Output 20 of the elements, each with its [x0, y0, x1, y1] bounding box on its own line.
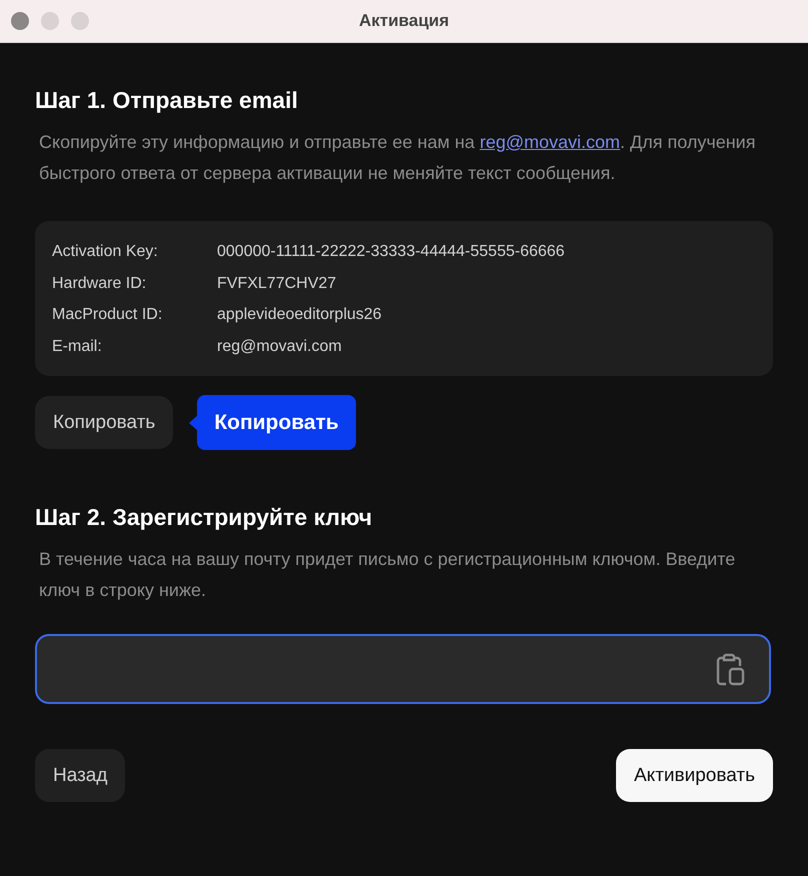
copy-button[interactable]: Копировать — [35, 396, 174, 449]
step-heading: Шаг 2. Зарегистрируйте ключ — [35, 503, 374, 532]
email-link[interactable]: reg@movavi.com — [480, 132, 620, 152]
key-input-field[interactable] — [35, 634, 771, 704]
info-value: FVFXL77CHV27 — [217, 274, 336, 294]
window-title: Активация — [358, 11, 450, 31]
info-value: 000000-11111-22222-33333-44444-55555-66666 — [217, 242, 565, 262]
info-label: MacProduct ID: — [52, 305, 164, 325]
info-label: Hardware ID: — [52, 274, 148, 294]
instruction-text: В течение часа на вашу почту придет письмо с регистрационным ключом. Введите ключ в строку ниже. — [39, 548, 736, 602]
back-button[interactable]: Назад — [35, 749, 126, 802]
instruction-text: Скопируйте эту информацию и отправьте ее нам на reg@movavi.com. Для получения быстрого ответа от сервера активации не меняйте текст сообщения. — [39, 131, 756, 185]
close-icon[interactable] — [11, 12, 29, 30]
activate-button[interactable]: Активировать — [616, 749, 773, 802]
info-value: applevideoeditorplus26 — [217, 305, 382, 325]
info-label: Activation Key: — [52, 242, 159, 262]
step-heading: Шаг 1. Отправьте email — [35, 86, 299, 115]
info-label: E-mail: — [52, 336, 103, 356]
tooltip: Копировать — [189, 395, 356, 450]
info-value: reg@movavi.com — [217, 336, 342, 356]
